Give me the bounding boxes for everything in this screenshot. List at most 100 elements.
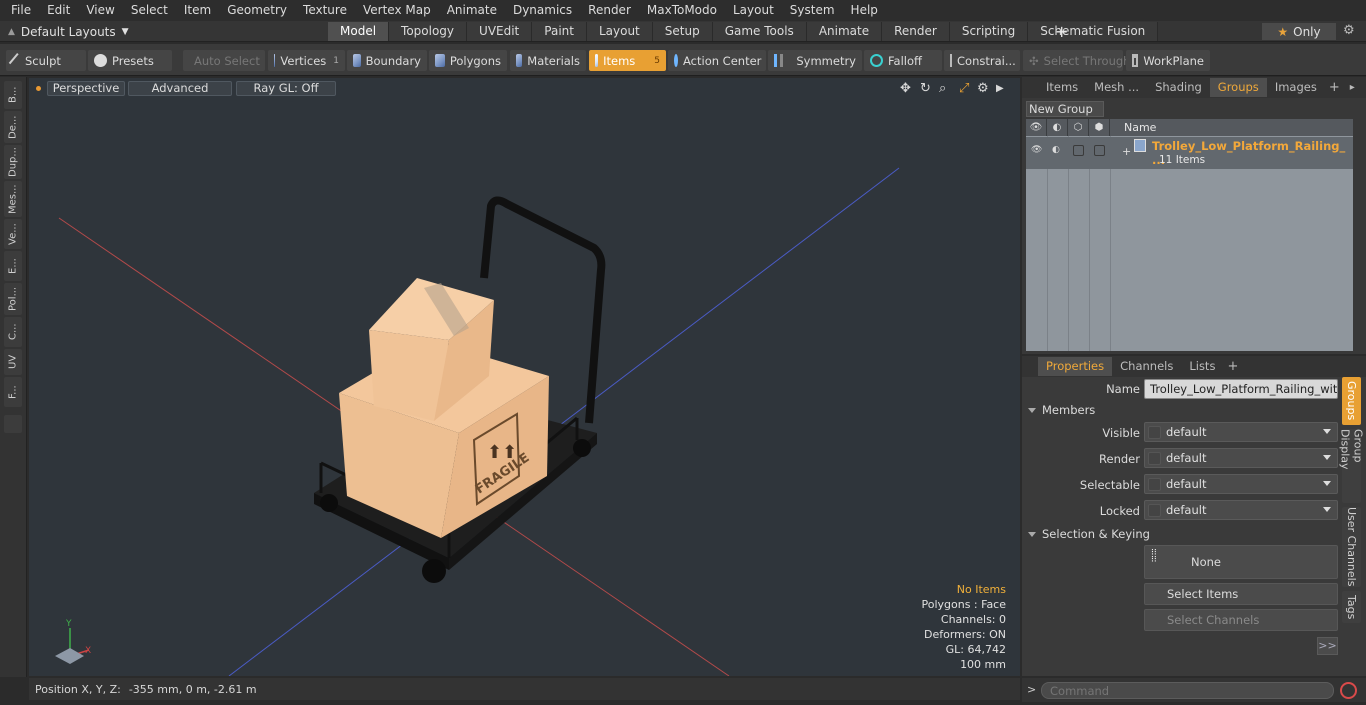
menu-view[interactable]: View <box>78 0 122 21</box>
tab-render[interactable]: Render <box>882 22 950 41</box>
select-through-button[interactable]: ✣ Select Through <box>1023 50 1130 71</box>
sculpt-button[interactable]: Sculpt <box>6 50 86 71</box>
tab-topology[interactable]: Topology <box>389 22 468 41</box>
left-tab-fusion[interactable]: F... <box>4 377 22 407</box>
command-input[interactable] <box>1041 682 1334 699</box>
items-button[interactable]: Items 5 <box>589 50 666 71</box>
selectable-radio[interactable] <box>1148 477 1161 491</box>
members-section[interactable]: Members <box>1028 403 1095 417</box>
tab-scripting[interactable]: Scripting <box>949 22 1029 41</box>
raygl-button[interactable]: Ray GL: Off <box>236 81 336 96</box>
tab-channels[interactable]: Channels <box>1112 357 1181 376</box>
menu-geometry[interactable]: Geometry <box>219 0 295 21</box>
viewport-settings-icon[interactable]: ⚙ <box>977 81 989 96</box>
render-radio[interactable] <box>1148 451 1161 465</box>
tab-mesh[interactable]: Mesh ... <box>1086 78 1147 97</box>
tab-uvedit[interactable]: UVEdit <box>467 22 533 41</box>
3d-viewport[interactable]: FRAGILE ⬆⬆ Y X Perspective Advanced Ray … <box>29 78 1020 676</box>
lock-icon[interactable]: ⬡ <box>1068 119 1089 136</box>
locked-dropdown[interactable]: default <box>1144 500 1338 520</box>
side-tab-group-display[interactable]: Group Display <box>1339 429 1365 503</box>
left-tab-basic[interactable]: B... <box>4 81 22 109</box>
left-tab-edge[interactable]: E... <box>4 251 22 281</box>
polygons-button[interactable]: Polygons <box>429 50 507 71</box>
left-tab-deform[interactable]: De... <box>4 111 22 143</box>
menu-maxtomodo[interactable]: MaxToModo <box>639 0 725 21</box>
eye-icon[interactable]: 👁 <box>1026 119 1047 136</box>
menu-system[interactable]: System <box>782 0 843 21</box>
symmetry-button[interactable]: Symmetry <box>768 50 862 71</box>
side-tab-tags[interactable]: Tags <box>1342 591 1361 623</box>
tab-game-tools[interactable]: Game Tools <box>712 22 807 41</box>
add-tab-icon[interactable]: + <box>1329 80 1340 95</box>
left-tab-vertex[interactable]: Ve... <box>4 219 22 249</box>
menu-dynamics[interactable]: Dynamics <box>505 0 580 21</box>
collapse-icon[interactable]: ▲ <box>8 27 15 37</box>
render-icon[interactable]: ◐ <box>1047 119 1068 136</box>
tab-setup[interactable]: Setup <box>652 22 713 41</box>
perspective-button[interactable]: Perspective <box>47 81 125 96</box>
select-items-button[interactable]: Select Items <box>1144 583 1338 605</box>
tab-lists[interactable]: Lists <box>1181 357 1223 376</box>
more-button[interactable]: >> <box>1317 637 1338 655</box>
left-tab-duplicate[interactable]: Dup... <box>4 145 22 179</box>
tab-properties[interactable]: Properties <box>1038 357 1113 376</box>
menu-help[interactable]: Help <box>843 0 886 21</box>
visible-radio[interactable] <box>1148 425 1161 439</box>
menu-layout[interactable]: Layout <box>725 0 782 21</box>
select-icon[interactable]: ⬢ <box>1089 119 1110 136</box>
add-tab-icon[interactable]: + <box>1227 359 1238 374</box>
maximize-view-icon[interactable]: ⤢ <box>959 81 969 96</box>
record-icon[interactable] <box>1340 682 1357 699</box>
action-center-button[interactable]: Action Center <box>668 50 766 71</box>
tab-images[interactable]: Images <box>1267 78 1325 97</box>
only-button[interactable]: ★ Only <box>1262 23 1336 40</box>
selectable-dropdown[interactable]: default <box>1144 474 1338 494</box>
shading-button[interactable]: Advanced <box>128 81 232 96</box>
gear-icon[interactable]: ⚙ <box>1343 23 1355 38</box>
tab-paint[interactable]: Paint <box>532 22 587 41</box>
menu-file[interactable]: File <box>0 0 39 21</box>
new-group-button[interactable]: New Group <box>1026 101 1104 117</box>
left-tab-polygon[interactable]: Pol... <box>4 283 22 315</box>
vertices-button[interactable]: Vertices 1 <box>268 50 345 71</box>
side-tab-user-channels[interactable]: User Channels <box>1342 507 1361 587</box>
locked-radio[interactable] <box>1148 503 1161 517</box>
viewport-menu-icon[interactable]: ▶ <box>996 83 1004 94</box>
add-tab-button[interactable]: + <box>1055 21 1068 42</box>
presets-button[interactable]: Presets <box>88 50 172 71</box>
menu-item[interactable]: Item <box>176 0 219 21</box>
render-dropdown[interactable]: default <box>1144 448 1338 468</box>
menu-select[interactable]: Select <box>123 0 176 21</box>
tab-groups[interactable]: Groups <box>1209 78 1267 97</box>
move-view-icon[interactable]: ✥ <box>900 81 911 96</box>
auto-select-button[interactable]: Auto Select <box>183 50 265 71</box>
panel-menu-icon[interactable]: ▸ <box>1350 82 1355 93</box>
tab-layout[interactable]: Layout <box>586 22 653 41</box>
expand-icon[interactable]: + <box>1122 145 1131 158</box>
tab-model[interactable]: Model <box>328 22 390 41</box>
zoom-view-icon[interactable]: ⌕ <box>939 81 946 96</box>
constraints-button[interactable]: Constrai... <box>944 50 1020 71</box>
falloff-button[interactable]: Falloff <box>864 50 942 71</box>
materials-button[interactable]: Materials <box>510 50 586 71</box>
tab-shading[interactable]: Shading <box>1147 78 1210 97</box>
tab-schematic-fusion[interactable]: Schematic Fusion <box>1028 22 1159 41</box>
menu-vertex-map[interactable]: Vertex Map <box>355 0 439 21</box>
render-icon[interactable]: ◐ <box>1052 145 1063 156</box>
layout-selector[interactable]: ▲ Default Layouts ▼ <box>8 23 129 40</box>
selection-keying-section[interactable]: Selection & Keying <box>1028 527 1150 541</box>
tab-animate[interactable]: Animate <box>806 22 883 41</box>
menu-edit[interactable]: Edit <box>39 0 78 21</box>
left-tab-uv[interactable]: UV <box>4 349 22 375</box>
tab-items[interactable]: Items <box>1038 78 1086 97</box>
eye-icon[interactable]: 👁 <box>1031 145 1042 156</box>
group-row[interactable]: 👁 ◐ + Trolley_Low_Platform_Railing_ ... … <box>1026 137 1353 169</box>
side-tab-groups[interactable]: Groups <box>1342 377 1361 425</box>
visible-dropdown[interactable]: default <box>1144 422 1338 442</box>
left-tab-mesh[interactable]: Mes... <box>4 181 22 217</box>
name-field[interactable]: Trolley_Low_Platform_Railing_with_Ca <box>1144 379 1338 399</box>
menu-texture[interactable]: Texture <box>295 0 355 21</box>
left-tab-curve[interactable]: C... <box>4 317 22 347</box>
boundary-button[interactable]: Boundary <box>347 50 427 71</box>
